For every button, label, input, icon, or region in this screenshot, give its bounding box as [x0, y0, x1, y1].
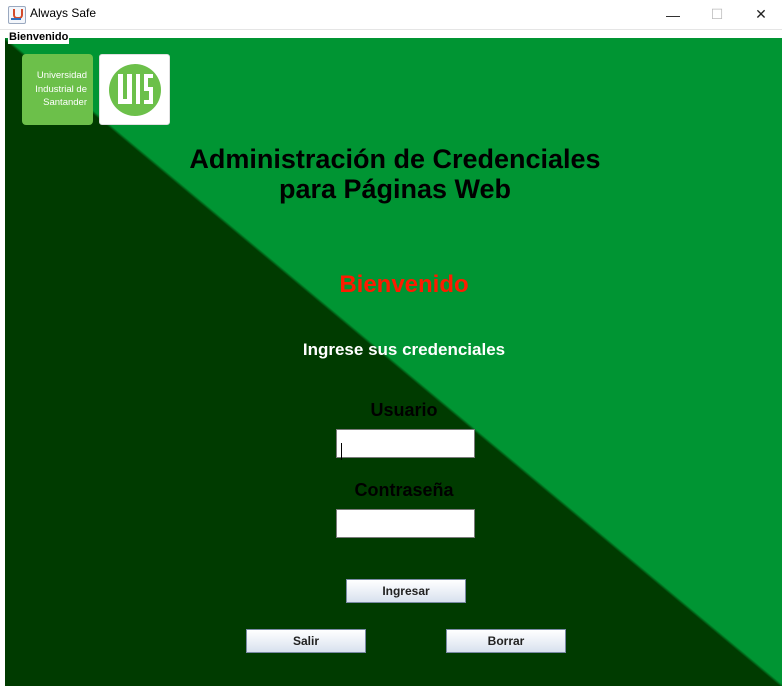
username-input[interactable]	[336, 429, 475, 458]
text-caret	[341, 443, 342, 460]
window-title: Always Safe	[30, 6, 97, 20]
page-title-line-2: para Páginas Web	[278, 174, 512, 204]
username-label: Usuario	[370, 400, 438, 420]
window-client-area: Universidad Industrial de Santander Admi…	[0, 30, 782, 686]
page-title-line-1: Administración de Credenciales	[189, 144, 601, 174]
login-button[interactable]: Ingresar	[346, 579, 466, 603]
university-name-line-3: Santander	[43, 97, 87, 109]
minimize-button[interactable]: —	[650, 0, 696, 29]
university-name-line-2: Industrial de	[35, 83, 87, 95]
panel-border-top	[4, 37, 782, 38]
maximize-button[interactable]: ☐	[694, 0, 740, 29]
university-logo: Universidad Industrial de Santander	[22, 54, 93, 125]
university-name-line-1: Universidad	[36, 70, 87, 82]
uis-seal-icon	[108, 63, 161, 116]
credentials-prompt: Ingrese sus credenciales	[302, 340, 506, 359]
uis-seal-logo	[99, 54, 170, 125]
exit-button[interactable]: Salir	[246, 629, 366, 653]
welcome-panel: Universidad Industrial de Santander Admi…	[4, 38, 782, 686]
java-cup-icon	[8, 6, 26, 24]
panel-border-title: Bienvenido	[8, 30, 70, 44]
clear-button[interactable]: Borrar	[446, 629, 566, 653]
close-button[interactable]: ✕	[738, 0, 782, 29]
title-bar: Always Safe — ☐ ✕	[0, 0, 782, 30]
welcome-heading: Bienvenido	[339, 271, 469, 298]
password-label: Contraseña	[354, 480, 454, 500]
panel-border-left	[4, 37, 5, 686]
password-input[interactable]	[336, 509, 475, 538]
